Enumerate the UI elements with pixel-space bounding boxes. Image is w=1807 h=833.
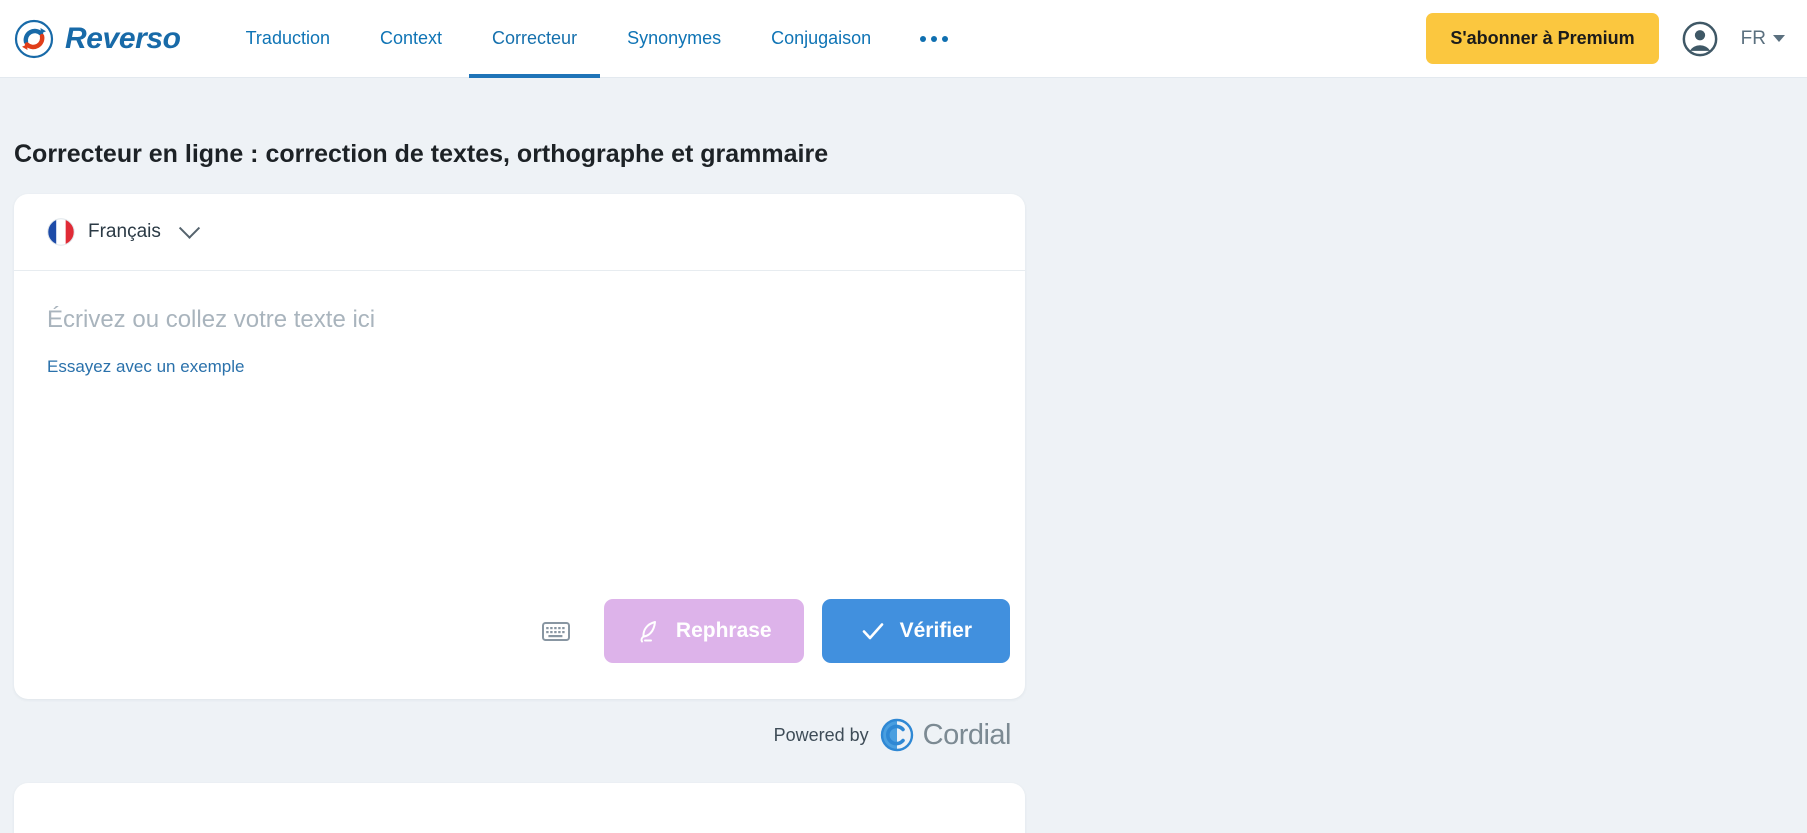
main-navigation: Traduction Context Correcteur Synonymes … bbox=[221, 0, 973, 78]
source-language-label: Français bbox=[88, 221, 161, 242]
page-body: Correcteur en ligne : correction de text… bbox=[0, 78, 1807, 833]
corrector-toolbar: Français bbox=[14, 194, 1025, 271]
site-header: Reverso Traduction Context Correcteur Sy… bbox=[0, 0, 1807, 78]
cordial-wordmark: Cordial bbox=[922, 718, 1012, 751]
verify-button[interactable]: Vérifier bbox=[821, 599, 1010, 663]
brand-name: Reverso bbox=[65, 21, 181, 55]
page-title: Correcteur en ligne : correction de text… bbox=[14, 78, 1793, 194]
powered-by-label: Powered by bbox=[773, 724, 869, 745]
subscribe-premium-button[interactable]: S'abonner à Premium bbox=[1426, 13, 1659, 64]
source-language-picker[interactable]: Français bbox=[47, 217, 200, 246]
nav-item-traduction[interactable]: Traduction bbox=[221, 0, 355, 78]
nav-item-synonymes[interactable]: Synonymes bbox=[602, 0, 746, 78]
try-example-link[interactable]: Essayez avec un exemple bbox=[47, 357, 245, 377]
virtual-keyboard-icon bbox=[541, 621, 570, 642]
ellipsis-dot bbox=[931, 35, 938, 42]
account-circle-icon[interactable] bbox=[1681, 20, 1719, 58]
nav-item-conjugaison[interactable]: Conjugaison bbox=[746, 0, 896, 78]
cordial-c-icon bbox=[879, 717, 915, 753]
page-title-bold: Correcteur en ligne : bbox=[14, 140, 259, 168]
header-actions: S'abonner à Premium FR bbox=[1426, 13, 1785, 64]
quill-pen-icon bbox=[636, 618, 662, 644]
reverso-cycle-logo-icon bbox=[14, 19, 54, 59]
text-editor-area[interactable]: Écrivez ou collez votre texte ici Essaye… bbox=[14, 271, 1025, 599]
rephrase-button[interactable]: Rephrase bbox=[603, 599, 804, 663]
corrector-card: Français Écrivez ou collez votre texte i… bbox=[14, 194, 1025, 699]
editor-action-bar: Rephrase Vérifier bbox=[14, 599, 1025, 699]
caret-down-icon bbox=[1773, 35, 1785, 42]
editor-placeholder: Écrivez ou collez votre texte ici bbox=[47, 306, 376, 333]
rephrase-button-label: Rephrase bbox=[675, 619, 772, 642]
brand-logo-link[interactable]: Reverso bbox=[14, 19, 181, 59]
verify-button-label: Vérifier bbox=[899, 619, 972, 642]
powered-by: Powered by Cordial bbox=[14, 699, 1025, 753]
language-selector-label: FR bbox=[1740, 27, 1766, 49]
chevron-down-icon bbox=[178, 217, 200, 239]
virtual-keyboard-button[interactable] bbox=[526, 613, 586, 650]
cordial-logo[interactable]: Cordial bbox=[879, 717, 1012, 753]
check-icon bbox=[860, 618, 886, 644]
nav-item-context[interactable]: Context bbox=[355, 0, 467, 78]
flag-france-icon bbox=[47, 218, 75, 246]
ellipsis-dot bbox=[942, 35, 949, 42]
ellipsis-dot bbox=[920, 35, 927, 42]
page-title-rest: correction de textes, orthographe et gra… bbox=[258, 140, 829, 168]
nav-item-correcteur[interactable]: Correcteur bbox=[467, 0, 602, 78]
secondary-card bbox=[14, 783, 1025, 833]
ellipsis-icon[interactable] bbox=[896, 0, 972, 78]
language-selector[interactable]: FR bbox=[1741, 28, 1785, 50]
